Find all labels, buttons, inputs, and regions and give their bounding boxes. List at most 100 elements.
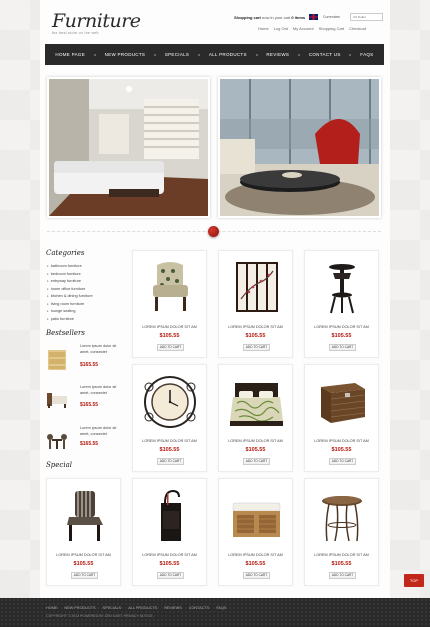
add-to-cart-button[interactable]: ADD TO CART (243, 572, 270, 579)
toplink-checkout[interactable]: Checkout (349, 26, 366, 31)
bestseller-item[interactable]: Lorem ipsum dolor sit amet, consectet $1… (46, 344, 126, 380)
footer-link-specials[interactable]: SPECIALS (103, 606, 122, 610)
product-card[interactable]: LOREM IPSUM DOLOR SIT AM $105.55 ADD TO … (132, 364, 207, 472)
product-price: $105.55 (245, 333, 266, 339)
footer-links: HOME NEW PRODUCTS SPECIALS ALL PRODUCTS … (46, 606, 226, 610)
add-to-cart-button[interactable]: ADD TO CART (157, 572, 184, 579)
product-price: $105.55 (331, 561, 352, 567)
product-price: $105.55 (331, 333, 352, 339)
category-item[interactable]: entryway furniture (47, 278, 93, 286)
nav-faqs[interactable]: FAQS (360, 52, 373, 57)
product-card[interactable]: LOREM IPSUM DOLOR SIT AM $105.55 ADD TO … (304, 478, 379, 586)
site-tagline: the best store on the web (52, 31, 99, 35)
category-item[interactable]: patio furniture (47, 316, 93, 324)
footer-link-all-products[interactable]: ALL PRODUCTS (128, 606, 157, 610)
product-name[interactable]: LOREM IPSUM DOLOR SIT AM (219, 553, 292, 557)
footer-link-home[interactable]: HOME (46, 606, 57, 610)
main-navigation: HOME PAGE NEW PRODUCTS SPECIALS ALL PROD… (45, 44, 384, 65)
product-price: $105.55 (245, 447, 266, 453)
footer-link-contacts[interactable]: CONTACTS (189, 606, 210, 610)
product-price: $105.55 (159, 447, 180, 453)
product-name[interactable]: LOREM IPSUM DOLOR SIT AM (133, 439, 206, 443)
back-to-top-button[interactable]: TOP (404, 574, 424, 587)
bestseller-text: Lorem ipsum dolor sit amet, consectet (80, 344, 117, 354)
slider-image-lounge-chair[interactable] (218, 77, 381, 218)
nav-all-products[interactable]: ALL PRODUCTS (209, 52, 247, 57)
product-card[interactable]: LOREM IPSUM DOLOR SIT AM $105.55 ADD TO … (132, 478, 207, 586)
category-item[interactable]: bedroom furniture (47, 271, 93, 279)
category-item[interactable]: bathroom furniture (47, 263, 93, 271)
bistro-table-icon (315, 487, 370, 545)
product-card[interactable]: LOREM IPSUM DOLOR SIT AM $105.55 ADD TO … (46, 478, 121, 586)
nav-reviews[interactable]: REVIEWS (266, 52, 289, 57)
footer-link-new-products[interactable]: NEW PRODUCTS (64, 606, 95, 610)
category-item[interactable]: kitchen & dining furniture (47, 293, 93, 301)
footer (0, 598, 430, 627)
add-to-cart-button[interactable]: ADD TO CART (329, 572, 356, 579)
product-name[interactable]: LOREM IPSUM DOLOR SIT AM (305, 325, 378, 329)
side-table-icon (315, 259, 370, 317)
currency-select[interactable]: US Dollar (350, 13, 383, 21)
toplink-cart[interactable]: Shopping Cart (319, 26, 345, 31)
toplink-logout[interactable]: Log Out (274, 26, 288, 31)
dining-set-icon (46, 430, 68, 452)
nav-specials[interactable]: SPECIALS (165, 52, 189, 57)
nav-home[interactable]: HOME PAGE (55, 52, 85, 57)
footer-link-faqs[interactable]: FAQS (216, 606, 226, 610)
add-to-cart-button[interactable]: ADD TO CART (243, 344, 270, 351)
nav-new-products[interactable]: NEW PRODUCTS (105, 52, 146, 57)
product-card[interactable]: LOREM IPSUM DOLOR SIT AM $105.55 ADD TO … (304, 364, 379, 472)
slider-pager-dot[interactable] (208, 226, 219, 237)
toplink-home[interactable]: Home (258, 26, 269, 31)
wicker-trunk-icon (315, 373, 370, 431)
product-price: $105.55 (331, 447, 352, 453)
daybed-icon (46, 389, 68, 411)
categories-title: Categories (46, 249, 85, 257)
footer-link-reviews[interactable]: REVIEWS (164, 606, 182, 610)
product-name[interactable]: LOREM IPSUM DOLOR SIT AM (305, 439, 378, 443)
wall-clock-icon (143, 373, 198, 431)
uk-flag-icon[interactable] (309, 14, 318, 20)
umbrella-stand-icon (143, 487, 198, 545)
bench-icon (229, 487, 284, 545)
nav-separator (154, 53, 157, 56)
bestseller-item[interactable]: Lorem ipsum dolor sit amet, consectet $1… (46, 426, 126, 462)
add-to-cart-button[interactable]: ADD TO CART (329, 344, 356, 351)
toplink-account[interactable]: My Account (293, 26, 314, 31)
product-name[interactable]: LOREM IPSUM DOLOR SIT AM (47, 553, 120, 557)
cart-text: now in your cart (262, 15, 291, 20)
product-card[interactable]: LOREM IPSUM DOLOR SIT AM $105.55 ADD TO … (218, 478, 293, 586)
product-name[interactable]: LOREM IPSUM DOLOR SIT AM (219, 325, 292, 329)
category-item[interactable]: lounge seating (47, 308, 93, 316)
product-card[interactable]: LOREM IPSUM DOLOR SIT AM $105.55 ADD TO … (132, 250, 207, 358)
add-to-cart-button[interactable]: ADD TO CART (71, 572, 98, 579)
product-card[interactable]: LOREM IPSUM DOLOR SIT AM $105.55 ADD TO … (218, 364, 293, 472)
product-card[interactable]: LOREM IPSUM DOLOR SIT AM $105.55 ADD TO … (218, 250, 293, 358)
nav-separator (349, 53, 352, 56)
add-to-cart-button[interactable]: ADD TO CART (329, 458, 356, 465)
currencies-label: Currencies (323, 15, 340, 19)
bestseller-item[interactable]: Lorem ipsum dolor sit amet, consectet $1… (46, 385, 126, 421)
add-to-cart-button[interactable]: ADD TO CART (157, 344, 184, 351)
category-list: bathroom furniture bedroom furniture ent… (47, 263, 93, 323)
bestseller-price: $165.55 (80, 362, 99, 368)
cart-label: Shopping cart (234, 15, 261, 20)
cart-summary[interactable]: Shopping cart now in your cart 0 items (234, 15, 305, 20)
bestseller-text: Lorem ipsum dolor sit amet, consectet (80, 385, 117, 395)
nav-contact[interactable]: CONTACT US (309, 52, 341, 57)
slider-image-living-room[interactable] (47, 77, 210, 218)
armchair-icon (143, 259, 198, 317)
nav-separator (298, 53, 301, 56)
product-price: $105.55 (73, 561, 94, 567)
product-name[interactable]: LOREM IPSUM DOLOR SIT AM (219, 439, 292, 443)
bestseller-price: $165.55 (80, 441, 99, 447)
product-name[interactable]: LOREM IPSUM DOLOR SIT AM (305, 553, 378, 557)
product-name[interactable]: LOREM IPSUM DOLOR SIT AM (133, 325, 206, 329)
add-to-cart-button[interactable]: ADD TO CART (157, 458, 184, 465)
category-item[interactable]: living room furniture (47, 301, 93, 309)
product-name[interactable]: LOREM IPSUM DOLOR SIT AM (133, 553, 206, 557)
add-to-cart-button[interactable]: ADD TO CART (243, 458, 270, 465)
product-card[interactable]: LOREM IPSUM DOLOR SIT AM $105.55 ADD TO … (304, 250, 379, 358)
category-item[interactable]: home office furniture (47, 286, 93, 294)
site-logo[interactable]: Furniture (52, 10, 141, 32)
